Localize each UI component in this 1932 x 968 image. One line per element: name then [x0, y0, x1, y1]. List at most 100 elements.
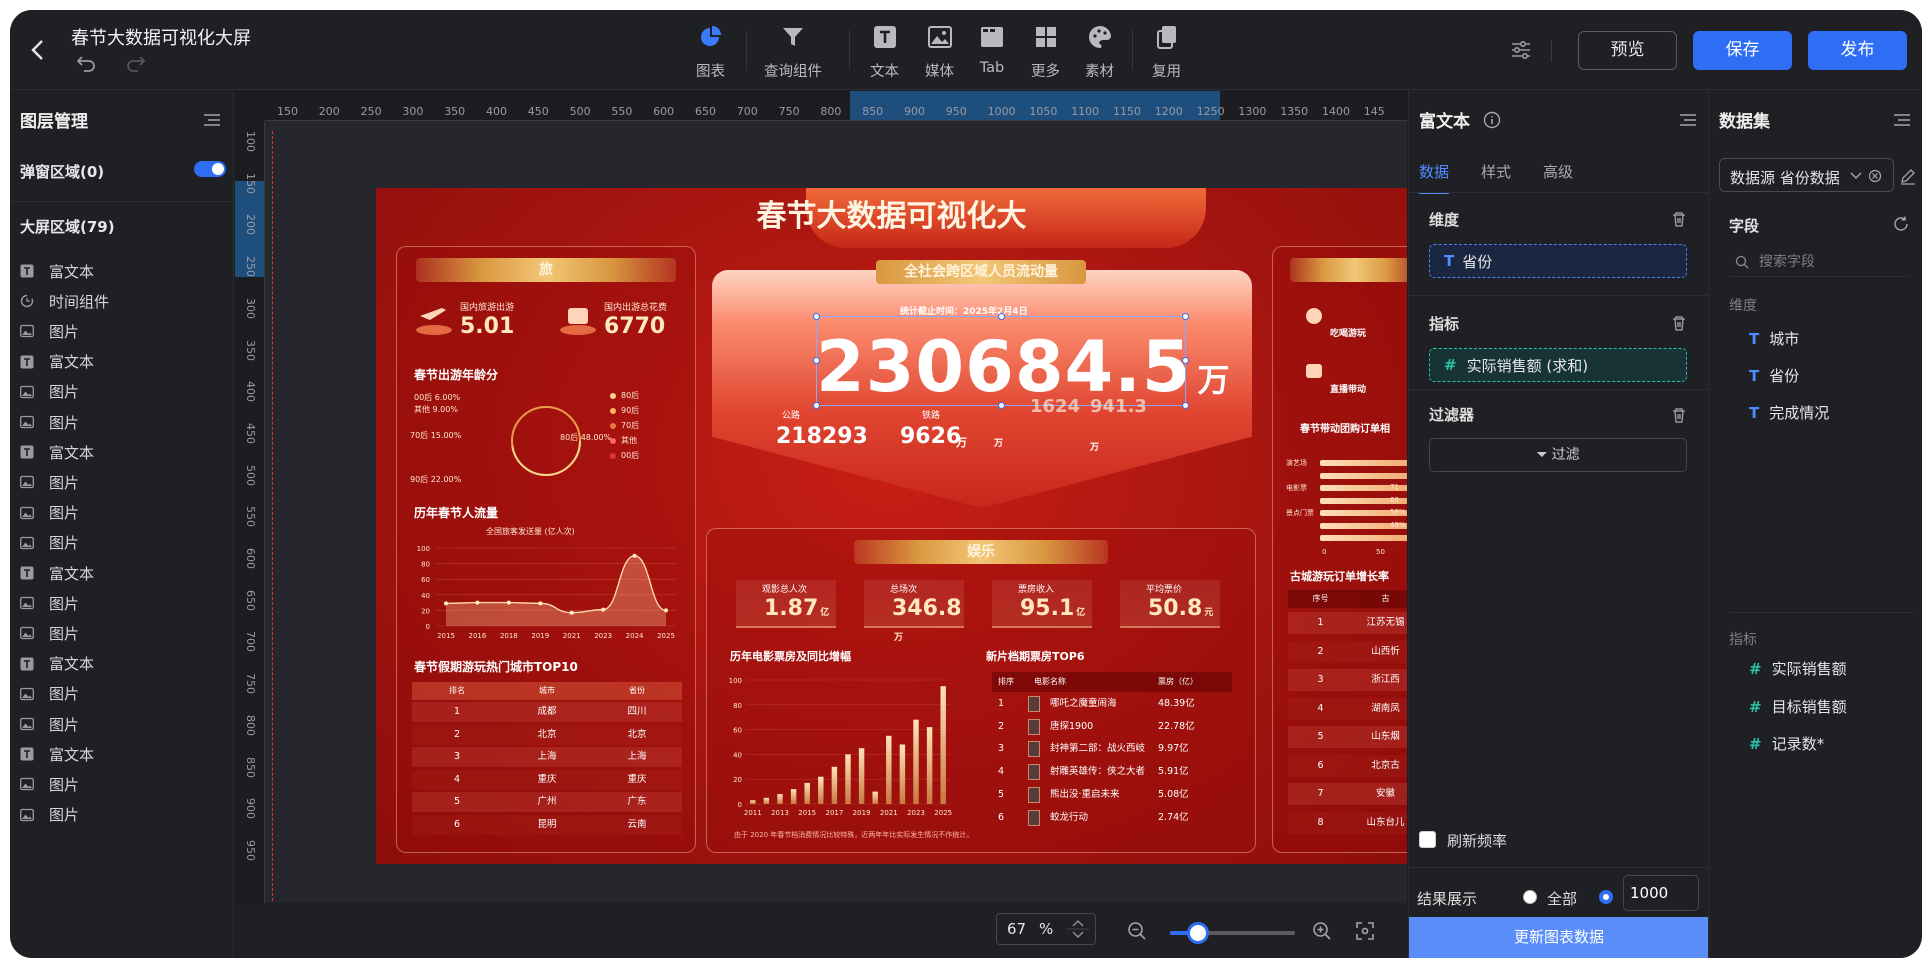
kpi-card[interactable]: 观影总人次 1.87 亿 [736, 580, 836, 628]
field-actual-sales[interactable]: # 实际销售额 [1749, 658, 1847, 679]
layer-item[interactable]: 图片 [20, 713, 79, 735]
field-search-input[interactable]: 搜索字段 [1729, 247, 1909, 277]
menu-icon[interactable] [203, 113, 221, 127]
tab-advanced[interactable]: 高级 [1543, 161, 1573, 194]
layer-item[interactable]: 图片 [20, 471, 79, 493]
layer-item[interactable]: 图片 [20, 622, 79, 644]
tab-style[interactable]: 样式 [1481, 161, 1511, 194]
zoom-out-icon[interactable] [1127, 921, 1147, 941]
table-row[interactable]: 4 湖南凤 [1288, 697, 1407, 720]
field-status[interactable]: T 完成情况 [1749, 402, 1829, 423]
kpi-card[interactable]: 平均票价 50.8 元 [1120, 580, 1220, 628]
publish-button[interactable]: 发布 [1808, 31, 1907, 70]
menu-icon[interactable] [1679, 113, 1697, 127]
update-chart-button[interactable]: 更新图表数据 [1409, 917, 1709, 958]
table-row[interactable]: 8 山东台儿 [1288, 811, 1407, 834]
resize-handle[interactable] [1182, 357, 1189, 364]
kpi-card[interactable]: 总场次 346.8 万 [864, 580, 964, 643]
tool-tab[interactable]: Tab [979, 24, 1005, 76]
layer-item[interactable]: 图片 [20, 773, 79, 795]
table-row[interactable]: 6 蛟龙行动 2.74亿 [992, 808, 1232, 828]
resize-handle[interactable] [998, 313, 1005, 320]
table-row[interactable]: 6 北京古 [1288, 754, 1407, 777]
layer-item[interactable]: 图片 [20, 683, 79, 705]
tool-chart[interactable]: 图表 [696, 24, 725, 81]
settings-sliders-icon[interactable] [1510, 40, 1532, 60]
layer-item[interactable]: 富文本 [20, 653, 94, 675]
layer-item[interactable]: 图片 [20, 381, 79, 403]
field-city[interactable]: T 城市 [1749, 328, 1799, 349]
tool-query[interactable]: 查询组件 [764, 24, 822, 81]
dashboard-canvas[interactable]: 春节大数据可视化大 旅 国内旅游出游 5.01 国内出游总花费 6770 春节出… [376, 188, 1407, 864]
tool-text[interactable]: 文本 [870, 24, 899, 81]
layer-item[interactable]: 图片 [20, 532, 79, 554]
layer-item[interactable]: 图片 [20, 804, 79, 826]
measure-chip[interactable]: # 实际销售额 (求和) [1429, 348, 1687, 382]
resize-handle[interactable] [1182, 402, 1189, 409]
layer-item[interactable]: 富文本 [20, 743, 94, 765]
result-count-input[interactable]: 1000 [1623, 875, 1699, 911]
tool-assets[interactable]: 素材 [1085, 24, 1114, 81]
tool-media[interactable]: 媒体 [925, 24, 954, 81]
field-province[interactable]: T 省份 [1749, 365, 1799, 386]
table-row[interactable]: 7 安徽 [1288, 783, 1407, 805]
field-record-count[interactable]: # 记录数* [1749, 733, 1824, 754]
info-icon[interactable] [1483, 111, 1501, 129]
filter-button[interactable]: ⏷ 过滤 [1429, 438, 1687, 472]
delete-icon[interactable] [1671, 315, 1687, 331]
dimension-chip[interactable]: T 省份 [1429, 244, 1687, 278]
zoom-in-icon[interactable] [1312, 921, 1332, 941]
layer-item[interactable]: 富文本 [20, 441, 94, 463]
popup-area-toggle[interactable] [194, 161, 226, 177]
table-row[interactable]: 3 上海 上海 [412, 747, 682, 767]
table-row[interactable]: 3 封神第二部：战火西岐 9.97亿 [992, 739, 1232, 759]
save-button[interactable]: 保存 [1693, 31, 1792, 70]
layer-item[interactable]: 富文本 [20, 351, 94, 373]
zoom-input[interactable]: 67 % [996, 913, 1096, 945]
delete-icon[interactable] [1671, 407, 1687, 423]
back-arrow-icon[interactable] [28, 38, 50, 62]
resize-handle[interactable] [813, 313, 820, 320]
chevron-down-icon[interactable] [1849, 168, 1889, 184]
table-row[interactable]: 1 江苏无锡 [1288, 612, 1407, 634]
fit-screen-icon[interactable] [1355, 921, 1375, 941]
layer-item[interactable]: 图片 [20, 320, 79, 342]
layer-item[interactable]: 时间组件 [20, 290, 109, 312]
zoom-slider[interactable] [1170, 922, 1295, 944]
layer-item[interactable]: 图片 [20, 411, 79, 433]
layer-item[interactable]: 图片 [20, 592, 79, 614]
table-row[interactable]: 5 广州 广东 [412, 792, 682, 812]
redo-icon[interactable] [126, 54, 146, 72]
table-row[interactable]: 1 哪吒之魔童闹海 48.39亿 [992, 694, 1232, 714]
table-row[interactable]: 6 昆明 云南 [412, 814, 682, 835]
refresh-icon[interactable] [1892, 215, 1910, 233]
table-row[interactable]: 2 北京 北京 [412, 724, 682, 745]
result-count-radio[interactable] [1599, 890, 1613, 904]
tool-reuse[interactable]: 复用 [1152, 24, 1181, 81]
menu-icon[interactable] [1893, 113, 1911, 127]
layer-item[interactable]: 富文本 [20, 260, 94, 282]
stepper-arrows-icon[interactable] [1067, 917, 1089, 941]
resize-handle[interactable] [1182, 313, 1189, 320]
zoom-slider-knob[interactable] [1186, 922, 1209, 944]
undo-icon[interactable] [76, 54, 96, 72]
table-row[interactable]: 5 山东烟 [1288, 726, 1407, 748]
tab-data[interactable]: 数据 [1419, 161, 1450, 194]
table-row[interactable]: 2 山西忻 [1288, 640, 1407, 663]
table-row[interactable]: 4 重庆 重庆 [412, 769, 682, 790]
resize-handle[interactable] [813, 357, 820, 364]
table-row[interactable]: 3 浙江西 [1288, 669, 1407, 691]
table-row[interactable]: 4 射雕英雄传：侠之大者 5.91亿 [992, 762, 1232, 782]
edit-icon[interactable] [1899, 167, 1917, 185]
layer-item[interactable]: 富文本 [20, 562, 94, 584]
preview-button[interactable]: 预览 [1578, 31, 1677, 70]
resize-handle[interactable] [813, 402, 820, 409]
tool-more[interactable]: 更多 [1031, 24, 1060, 81]
table-row[interactable]: 5 熊出没·重启未来 5.08亿 [992, 785, 1232, 805]
refresh-checkbox[interactable] [1419, 831, 1436, 848]
layer-item[interactable]: 图片 [20, 502, 79, 524]
selected-element-box[interactable] [813, 313, 1189, 409]
delete-icon[interactable] [1671, 211, 1687, 227]
kpi-card[interactable]: 票房收入 95.1 亿 [992, 580, 1092, 628]
result-all-radio[interactable] [1523, 890, 1537, 904]
